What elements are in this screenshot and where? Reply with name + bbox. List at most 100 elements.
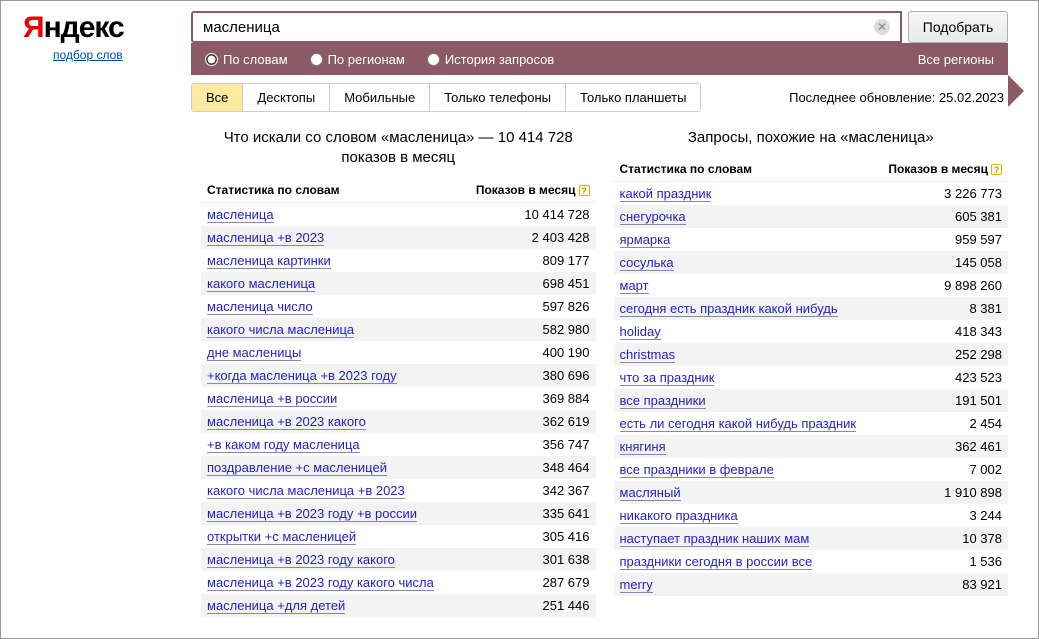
keyword-cell: масленица +в 2023 году какого (201, 548, 460, 571)
keyword-link[interactable]: масленица +в 2023 году какого (207, 552, 395, 568)
mode-radio-regions[interactable] (310, 53, 323, 66)
keyword-link[interactable]: какого масленица (207, 276, 315, 292)
right-table: Статистика по словам Показов в месяц? ка… (614, 156, 1009, 596)
keyword-link[interactable]: масляный (620, 485, 681, 501)
count-cell: 342 367 (460, 479, 596, 502)
keyword-link[interactable]: все праздники (620, 393, 706, 409)
table-row: масленица +в россии 369 884 (201, 387, 596, 410)
mode-tab-regions[interactable]: По регионам (310, 52, 405, 67)
keyword-link[interactable]: +в каком году масленица (207, 437, 360, 453)
keyword-link[interactable]: все праздники в феврале (620, 462, 774, 478)
regions-selector[interactable]: Все регионы (918, 52, 994, 67)
keyword-link[interactable]: праздники сегодня в россии все (620, 554, 813, 570)
keyword-link[interactable]: christmas (620, 347, 676, 363)
keyword-cell: масленица +в 2023 году +в россии (201, 502, 460, 525)
wordstat-link[interactable]: подбор слов (53, 48, 191, 62)
keyword-cell: масляный (614, 481, 876, 504)
keyword-cell: что за праздник (614, 366, 876, 389)
count-cell: 582 980 (460, 318, 596, 341)
keyword-link[interactable]: масленица картинки (207, 253, 331, 269)
keyword-link[interactable]: снегурочка (620, 209, 686, 225)
keyword-cell: масленица число (201, 295, 460, 318)
table-row: holiday418 343 (614, 320, 1009, 343)
clear-icon[interactable]: ✕ (874, 19, 890, 35)
keyword-cell: какого числа масленица (201, 318, 460, 341)
table-row: снегурочка 605 381 (614, 205, 1009, 228)
mode-radio-history[interactable] (427, 53, 440, 66)
keyword-link[interactable]: есть ли сегодня какой нибудь праздник (620, 416, 857, 432)
keyword-cell: все праздники (614, 389, 876, 412)
keyword-link[interactable]: какой праздник (620, 186, 712, 202)
mode-tab-history[interactable]: История запросов (427, 52, 555, 67)
table-row: ярмарка959 597 (614, 228, 1009, 251)
keyword-link[interactable]: никакого праздника (620, 508, 738, 524)
keyword-link[interactable]: масленица +для детей (207, 598, 345, 614)
help-icon[interactable]: ? (991, 164, 1002, 175)
keyword-cell: поздравление +с масленицей (201, 456, 460, 479)
mode-radio-words[interactable] (205, 53, 218, 66)
keyword-link[interactable]: дне масленицы (207, 345, 301, 361)
count-cell: 362 619 (460, 410, 596, 433)
count-cell: 10 414 728 (460, 202, 596, 226)
keyword-link[interactable]: княгиня (620, 439, 666, 455)
mode-tab-words[interactable]: По словам (205, 52, 288, 67)
keyword-cell: масленица картинки (201, 249, 460, 272)
keyword-cell: +в каком году масленица (201, 433, 460, 456)
keyword-link[interactable]: какого числа масленица (207, 322, 354, 338)
keyword-link[interactable]: +когда масленица +в 2023 году (207, 368, 397, 384)
count-cell: 7 002 (876, 458, 1008, 481)
count-cell: 423 523 (876, 366, 1008, 389)
count-cell: 251 446 (460, 594, 596, 617)
count-cell: 362 461 (876, 435, 1008, 458)
device-tab-desktop[interactable]: Десктопы (243, 84, 330, 111)
keyword-cell: масленица +в 2023 году какого числа (201, 571, 460, 594)
help-icon[interactable]: ? (579, 185, 590, 196)
table-row: масленица 10 414 728 (201, 202, 596, 226)
table-row: какого числа масленица 582 980 (201, 318, 596, 341)
device-tab-phones[interactable]: Только телефоны (430, 84, 566, 111)
keyword-link[interactable]: масленица (207, 207, 274, 223)
keyword-link[interactable]: открытки +с масленицей (207, 529, 356, 545)
content: Что искали со словом «масленица» — 10 41… (1, 112, 1038, 617)
keyword-link[interactable]: что за праздник (620, 370, 715, 386)
device-tab-tablets[interactable]: Только планшеты (566, 84, 700, 111)
keyword-link[interactable]: сегодня есть праздник какой нибудь (620, 301, 838, 317)
keyword-cell: christmas (614, 343, 876, 366)
keyword-cell: открытки +с масленицей (201, 525, 460, 548)
table-row: поздравление +с масленицей 348 464 (201, 456, 596, 479)
keyword-link[interactable]: масленица +в 2023 (207, 230, 324, 246)
keyword-link[interactable]: наступает праздник наших мам (620, 531, 810, 547)
keyword-link[interactable]: март (620, 278, 649, 294)
keyword-link[interactable]: поздравление +с масленицей (207, 460, 387, 476)
yandex-logo[interactable]: Яндекс (23, 11, 191, 45)
keyword-link[interactable]: merry (620, 577, 653, 593)
device-tab-all[interactable]: Все (192, 84, 243, 111)
count-cell: 287 679 (460, 571, 596, 594)
keyword-link[interactable]: ярмарка (620, 232, 671, 248)
keyword-cell: масленица +в 2023 (201, 226, 460, 249)
count-cell: 605 381 (876, 205, 1008, 228)
count-cell: 369 884 (460, 387, 596, 410)
submit-button[interactable]: Подобрать (908, 11, 1008, 43)
keyword-link[interactable]: масленица +в 2023 какого (207, 414, 366, 430)
keyword-link[interactable]: сосулька (620, 255, 674, 271)
keyword-link[interactable]: масленица число (207, 299, 313, 315)
keyword-link[interactable]: какого числа масленица +в 2023 (207, 483, 405, 499)
keyword-link[interactable]: holiday (620, 324, 661, 340)
left-panel: Что искали со словом «масленица» — 10 41… (201, 122, 596, 617)
keyword-link[interactable]: масленица +в россии (207, 391, 337, 407)
table-row: какого числа масленица +в 2023 342 367 (201, 479, 596, 502)
keyword-link[interactable]: масленица +в 2023 году +в россии (207, 506, 417, 522)
table-row: март9 898 260 (614, 274, 1009, 297)
left-table: Статистика по словам Показов в месяц? ма… (201, 177, 596, 617)
right-col-count: Показов в месяц? (876, 156, 1008, 182)
device-tab-mobile[interactable]: Мобильные (330, 84, 430, 111)
count-cell: 380 696 (460, 364, 596, 387)
count-cell: 348 464 (460, 456, 596, 479)
table-row: merry 83 921 (614, 573, 1009, 596)
count-cell: 83 921 (876, 573, 1008, 596)
search-input[interactable] (191, 11, 902, 43)
table-row: наступает праздник наших мам10 378 (614, 527, 1009, 550)
keyword-link[interactable]: масленица +в 2023 году какого числа (207, 575, 434, 591)
app-window: Яндекс подбор слов ✕ Подобрать По словам… (0, 0, 1039, 639)
